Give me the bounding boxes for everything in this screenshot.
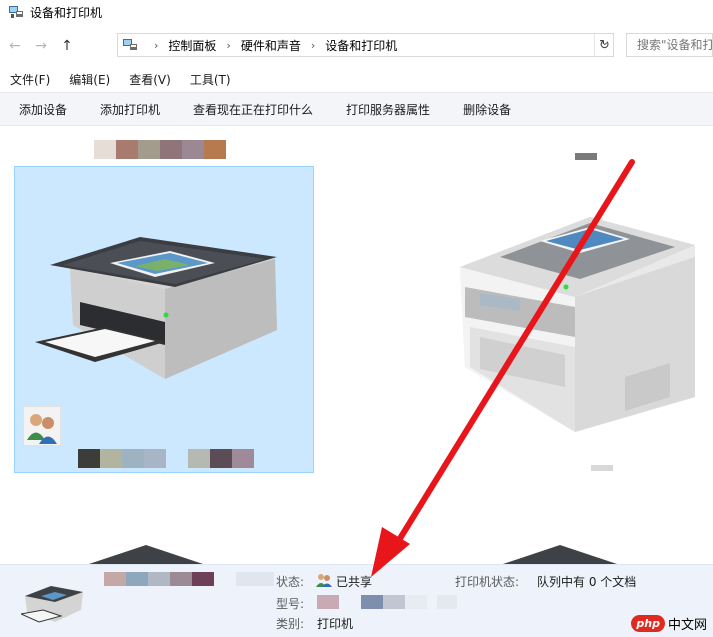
- arrow-left-icon: ←: [9, 38, 21, 54]
- arrow-right-icon: →: [35, 38, 47, 54]
- breadcrumb-separator-icon[interactable]: ›: [226, 39, 230, 52]
- blurred-model-value: [317, 595, 457, 609]
- navigation-bar: ← → ↑ › 控制面板 › 硬件和声音 › 设备和打印机 ⌄ ↻ 搜索"设备和…: [0, 33, 713, 59]
- watermark: php 中文网: [631, 614, 707, 633]
- breadcrumb-separator-icon[interactable]: ›: [311, 39, 315, 52]
- status-value: 已共享: [336, 575, 373, 589]
- blurred-device-name: [591, 465, 613, 471]
- control-panel-icon: [123, 39, 137, 50]
- multifunction-printer-icon: [460, 217, 695, 432]
- php-badge: php: [631, 615, 665, 632]
- printer-icon: [21, 586, 83, 623]
- printer-tile[interactable]: [440, 147, 705, 477]
- up-button[interactable]: ↑: [56, 35, 78, 57]
- search-input[interactable]: 搜索"设备和打印机": [626, 33, 713, 57]
- breadcrumb-separator-icon: ›: [154, 38, 159, 52]
- back-button[interactable]: ←: [4, 35, 26, 57]
- printer-tile-selected[interactable]: [14, 166, 314, 473]
- arrow-up-icon: ↑: [61, 38, 73, 54]
- printer-status-label: 打印机状态:: [455, 575, 520, 589]
- forward-button[interactable]: →: [30, 35, 52, 57]
- menu-tools[interactable]: 工具(T): [190, 71, 231, 88]
- refresh-icon: ↻: [599, 37, 610, 53]
- blurred-device-name: [575, 153, 597, 160]
- blurred-device-name: [236, 572, 274, 586]
- remove-device-button[interactable]: 删除设备: [463, 101, 511, 118]
- address-bar[interactable]: › 控制面板 › 硬件和声音 › 设备和打印机 ⌄: [117, 33, 614, 57]
- devices-printers-icon: [9, 6, 23, 18]
- print-server-properties-button[interactable]: 打印服务器属性: [346, 101, 430, 118]
- breadcrumb-control-panel[interactable]: 控制面板: [168, 37, 216, 54]
- category-label: 类别:: [276, 617, 305, 631]
- model-label: 型号:: [276, 597, 305, 611]
- menu-view[interactable]: 查看(V): [129, 71, 171, 88]
- shared-icon: [23, 406, 61, 446]
- next-row-device-icon: [503, 545, 617, 564]
- add-printer-button[interactable]: 添加打印机: [100, 101, 160, 118]
- command-bar: 添加设备 添加打印机 查看现在正在打印什么 打印服务器属性 删除设备: [0, 92, 713, 126]
- blurred-device-name: [104, 572, 214, 586]
- blurred-device-name: [94, 140, 226, 159]
- menu-bar: 文件(F) 编辑(E) 查看(V) 工具(T): [0, 68, 713, 90]
- window-title: 设备和打印机: [30, 5, 103, 20]
- next-row-device-icon: [89, 545, 203, 564]
- blurred-device-name: [78, 449, 256, 468]
- device-list: [0, 127, 713, 564]
- breadcrumb-devices-printers[interactable]: 设备和打印机: [325, 37, 397, 54]
- breadcrumb-hardware-sound[interactable]: 硬件和声音: [241, 37, 301, 54]
- see-whats-printing-button[interactable]: 查看现在正在打印什么: [193, 101, 313, 118]
- title-bar: 设备和打印机: [0, 0, 713, 24]
- status-label: 状态:: [276, 575, 305, 589]
- category-value: 打印机: [317, 617, 354, 631]
- printer-status-value: 队列中有 0 个文档: [537, 575, 637, 589]
- watermark-text: 中文网: [667, 618, 707, 633]
- add-device-button[interactable]: 添加设备: [19, 101, 67, 118]
- printer-icon: [35, 237, 277, 379]
- menu-file[interactable]: 文件(F): [10, 71, 50, 88]
- menu-edit[interactable]: 编辑(E): [69, 71, 110, 88]
- refresh-button[interactable]: ↻: [594, 34, 614, 56]
- shared-icon: [316, 573, 332, 587]
- details-pane: 状态: 已共享 型号: 类别: 打印机 打印机状态: 队列中有 0 个文档: [0, 564, 713, 637]
